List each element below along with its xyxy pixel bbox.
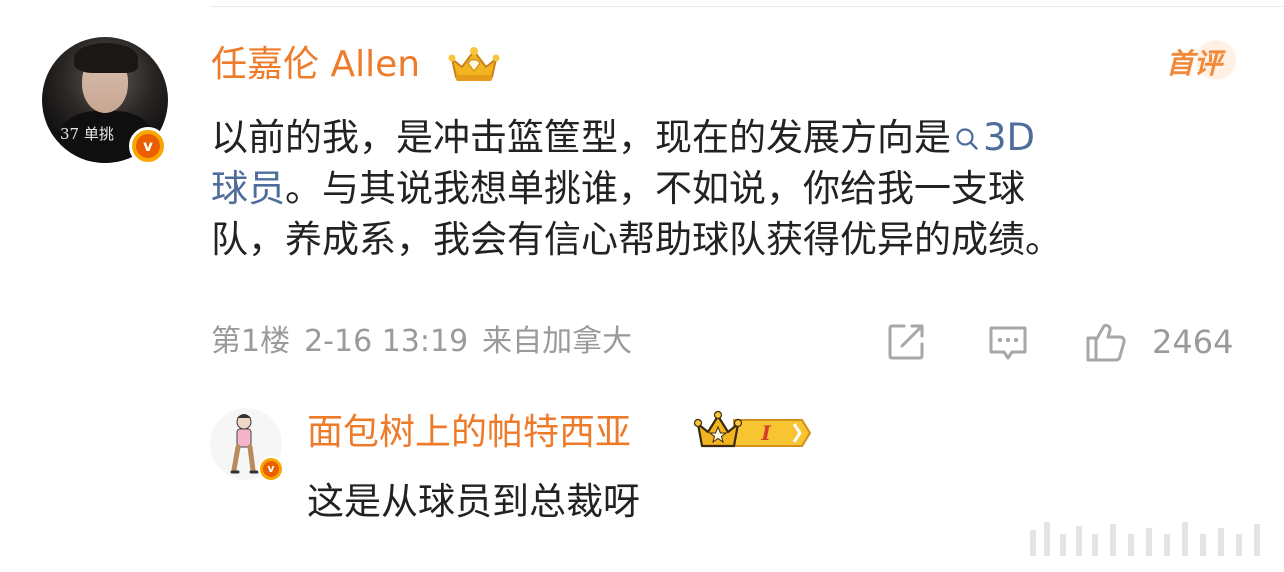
topic-link-3d-end[interactable]: 球员	[211, 167, 285, 210]
comment-time: 2-16 13:19	[304, 324, 469, 359]
comment-line-2: 球员。与其说我想单挑谁，不如说，你给我一支球	[211, 163, 1241, 214]
comment-line-3: 队，养成系，我会有信心帮助球队获得优异的成绩。	[211, 218, 1062, 261]
like-count: 2464	[1152, 323, 1234, 361]
reply-text: 这是从球员到总裁呀	[307, 480, 640, 523]
reply-verified-icon: v	[258, 456, 284, 482]
comment-username[interactable]: 任嘉伦 Allen	[211, 40, 420, 90]
vip-crown-icon[interactable]: I	[694, 410, 812, 456]
avatar-overlay-text: 37 单挑	[60, 125, 114, 143]
comment-location: 来自加拿大	[482, 324, 633, 359]
comment-floor: 第1楼	[211, 324, 291, 359]
comment-meta: 第1楼 2-16 13:19 来自加拿大	[211, 320, 646, 364]
watermark-bars	[1030, 522, 1260, 556]
share-icon[interactable]	[884, 320, 928, 364]
comment-text: 以前的我，是冲击篮筐型，现在的发展方向是 3D 球员。与其说我想单挑谁，不如说，你…	[211, 112, 1241, 265]
search-icon	[956, 128, 978, 150]
avatar-hair	[74, 43, 138, 73]
reply-username[interactable]: 面包树上的帕特西亚	[307, 408, 631, 458]
vip-level: I	[760, 421, 771, 445]
thumbs-up-icon[interactable]	[1084, 320, 1128, 364]
comment-line-2-text: 。与其说我想单挑谁，不如说，你给我一支球	[285, 167, 1025, 210]
verified-mark: v	[136, 134, 160, 158]
top-divider	[210, 6, 1284, 7]
crown-icon[interactable]	[446, 45, 502, 85]
comment-line-1: 以前的我，是冲击篮筐型，现在的发展方向是 3D	[211, 112, 1241, 163]
topic-link-3d-text: 3D	[983, 116, 1036, 159]
first-comment-badge: 首评	[1166, 47, 1223, 80]
reply-verified-mark: v	[263, 461, 279, 477]
comment-icon[interactable]	[986, 320, 1030, 364]
topic-link-3d[interactable]: 3D	[951, 116, 1035, 159]
verified-icon: v	[129, 127, 167, 165]
comment-line-1-text: 以前的我，是冲击篮筐型，现在的发展方向是	[211, 116, 951, 159]
